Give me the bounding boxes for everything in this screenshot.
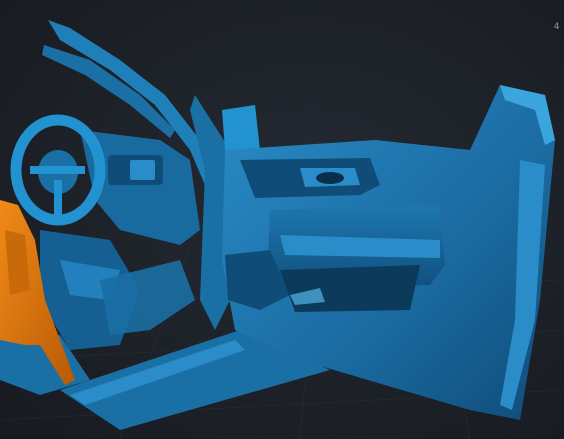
- corner-label: 4: [553, 22, 560, 32]
- steering-wheel-scan: [10, 114, 106, 226]
- scan-scene[interactable]: [0, 0, 564, 439]
- 3d-viewport[interactable]: 4: [0, 0, 564, 439]
